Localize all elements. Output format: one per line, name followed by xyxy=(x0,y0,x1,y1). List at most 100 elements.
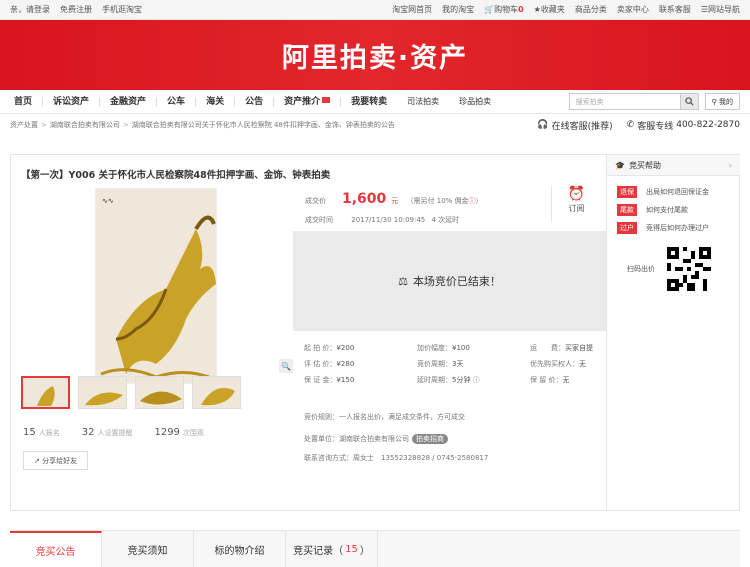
reminder-count: 32 人设置提醒 xyxy=(81,427,133,438)
menu-icon: ☰ xyxy=(700,5,708,14)
thumbnail[interactable] xyxy=(21,376,70,409)
help-icon[interactable]: ⓘ xyxy=(473,376,480,384)
categories-link[interactable]: 商品分类 xyxy=(575,4,607,15)
nav-resell[interactable]: 我要转卖 xyxy=(341,97,397,107)
top-bar: 亲，请登录 免费注册 手机逛淘宝 淘宝网首页 我的淘宝 🛒购物车0 ★收藏夹 商… xyxy=(0,0,750,20)
headset-icon: 🎧 xyxy=(537,120,549,130)
help-header[interactable]: 🎓 竞买帮助 › xyxy=(607,155,740,176)
search-bar: 搜索拍卖 ⚲ 我的 xyxy=(568,93,740,110)
nav-promotion[interactable]: 资产推介 xyxy=(274,96,342,107)
breadcrumb-org[interactable]: 湖南联合拍卖有限公司 xyxy=(50,120,120,130)
graduation-cap-icon: 🎓 xyxy=(615,160,625,170)
final-price-row: 成交价 1,600 元 （需另付 10% 佣金ⓘ） xyxy=(305,191,483,207)
search-input[interactable]: 搜索拍卖 xyxy=(568,93,681,110)
nav-treasure[interactable]: 珍品拍卖 xyxy=(449,97,501,107)
param-increment: 加价幅度：¥100 xyxy=(417,344,470,352)
thumbnail[interactable] xyxy=(192,376,241,409)
detail-tabs: 竞买公告 竞买须知 标的物介绍 竞买记录（15） xyxy=(10,530,740,567)
login-link[interactable]: 亲，请登录 xyxy=(10,4,50,15)
help-sidebar: 🎓 竞买帮助 › 退保 出局如何退回保证金 尾款 如何支付尾款 过户 竞得后如何办理过户 … xyxy=(606,155,740,511)
zoom-button[interactable]: 🔍 xyxy=(279,359,293,373)
star-icon: ★ xyxy=(533,5,541,14)
nav-home[interactable]: 首页 xyxy=(10,96,44,107)
final-price: 1,600 xyxy=(342,191,387,207)
breadcrumb: 资产处置 > 湖南联合拍卖有限公司 > 湖南联合拍卖有限公司关于怀化市人民检察院 4… xyxy=(10,119,740,132)
param-priority: 优先购买权人：无 xyxy=(530,360,586,368)
hotline: ✆ 客服专线 400-822-2870 xyxy=(626,120,740,132)
nav-finance[interactable]: 金融资产 xyxy=(100,96,158,107)
nav-vehicles[interactable]: 公车 xyxy=(157,96,197,107)
magnifier-icon: 🔍 xyxy=(281,361,291,371)
customer-service: 🎧 在线客服(推荐) ✆ 客服专线 400-822-2870 xyxy=(537,119,740,132)
tab-bid-records[interactable]: 竞买记录（15） xyxy=(286,531,378,567)
share-icon: ↗ xyxy=(34,457,40,465)
taobao-home-link[interactable]: 淘宝网首页 xyxy=(392,4,432,15)
thumbnail[interactable] xyxy=(78,376,127,409)
online-service-link[interactable]: 🎧 在线客服(推荐) xyxy=(537,119,612,132)
auction-title: 【第一次】Y006 关于怀化市人民检察院48件扣押字画、金饰、钟表拍卖 xyxy=(21,170,331,181)
horse-painting-image: ∿∿ xyxy=(96,189,216,383)
cart-icon: 🛒 xyxy=(484,5,495,14)
bidding-rule: 竞价规则：一人报名出价，满足成交条件，方可成交 xyxy=(304,413,465,421)
alarm-clock-icon: ⏰ xyxy=(567,186,586,202)
param-period: 竞价周期：3天 xyxy=(417,360,464,368)
tab-terms[interactable]: 竞买须知 xyxy=(102,531,194,567)
thumbnail[interactable] xyxy=(135,376,184,409)
param-reserve: 保 留 价：无 xyxy=(530,376,570,384)
contact-service-link[interactable]: 联系客服 xyxy=(659,4,691,15)
user-icon: ⚲ xyxy=(711,98,717,106)
svg-text:∿∿: ∿∿ xyxy=(102,197,114,205)
cart-link[interactable]: 🛒购物车0 xyxy=(484,4,524,15)
help-item-balance[interactable]: 尾款 如何支付尾款 xyxy=(617,204,688,216)
breadcrumb-asset[interactable]: 资产处置 xyxy=(10,120,38,130)
thumbnail-list xyxy=(21,376,241,409)
param-deposit: 保 证 金：¥150 xyxy=(304,376,355,384)
auction-ended-banner: ⚖ 本场竞价已结束！ xyxy=(293,231,606,331)
tab-item-intro[interactable]: 标的物介绍 xyxy=(194,531,286,567)
final-time-row: 成交时间 2017/11/30 10:09:45 4 次延时 xyxy=(305,216,460,224)
disposal-org: 处置单位：湖南联合拍卖有限公司 拍卖招商 xyxy=(304,434,448,444)
nav-notices[interactable]: 公告 xyxy=(235,96,275,107)
nav-customs[interactable]: 海关 xyxy=(196,96,236,107)
signup-count: 15 人报名 xyxy=(23,427,60,438)
breadcrumb-current: 湖南联合拍卖有限公司关于怀化市人民检察院 48件扣押字画、金饰、钟表拍卖的公告 xyxy=(131,121,395,129)
param-start-price: 起 拍 价：¥200 xyxy=(304,344,355,352)
nav-judicial[interactable]: 司法拍卖 xyxy=(397,97,449,107)
banner: 阿里拍卖·资产 xyxy=(0,20,750,90)
search-button[interactable] xyxy=(680,93,699,110)
search-icon xyxy=(684,97,694,106)
bid-record-count: 15 xyxy=(345,543,358,555)
my-taobao-link[interactable]: 我的淘宝 xyxy=(442,4,474,15)
org-link[interactable]: 湖南联合拍卖有限公司 xyxy=(339,435,409,443)
chevron-right-icon: › xyxy=(728,160,732,170)
favorites-link[interactable]: ★收藏夹 xyxy=(534,4,565,15)
mobile-link[interactable]: 手机逛淘宝 xyxy=(102,4,142,15)
auction-panel: 【第一次】Y006 关于怀化市人民检察院48件扣押字画、金饰、钟表拍卖 ∿∿ 🔍… xyxy=(10,154,740,511)
site-logo[interactable]: 阿里拍卖·资产 xyxy=(282,36,468,75)
org-tag[interactable]: 拍卖招商 xyxy=(412,434,448,444)
nav-litigation[interactable]: 诉讼资产 xyxy=(43,96,101,107)
hot-badge-icon xyxy=(322,96,331,103)
phone-icon: ✆ xyxy=(626,120,635,130)
gavel-icon: ⚖ xyxy=(398,274,408,288)
price-box: 成交价 1,600 元 （需另付 10% 佣金ⓘ） 成交时间 2017/11/30 … xyxy=(293,155,606,231)
param-shipping: 运 费：买家自提 xyxy=(530,344,593,352)
auction-stats: 15 人报名 32 人设置提醒 1299 次围观 xyxy=(23,427,204,438)
share-button[interactable]: ↗ 分享给好友 xyxy=(23,451,89,470)
commission-note: （需另付 10% 佣金 xyxy=(406,197,469,205)
param-delay: 延时周期：5分钟 ⓘ xyxy=(417,376,480,384)
viewer-count: 1299 次围观 xyxy=(154,427,204,438)
help-item-refund[interactable]: 退保 出局如何退回保证金 xyxy=(617,186,709,198)
tab-notice[interactable]: 竞买公告 xyxy=(10,531,102,567)
my-auction-button[interactable]: ⚲ 我的 xyxy=(704,93,740,110)
param-appraisal: 评 估 价：¥280 xyxy=(304,360,355,368)
main-image[interactable]: ∿∿ xyxy=(95,188,217,384)
qr-label: 扫码出价 xyxy=(627,265,655,273)
register-link[interactable]: 免费注册 xyxy=(60,4,92,15)
site-nav-link[interactable]: ☰网站导航 xyxy=(701,4,740,15)
help-item-transfer[interactable]: 过户 竞得后如何办理过户 xyxy=(617,222,709,234)
seller-center-link[interactable]: 卖家中心 xyxy=(617,4,649,15)
main-nav: 首页 诉讼资产 金融资产 公车 海关 公告 资产推介 我要转卖 司法拍卖 珍品拍… xyxy=(0,90,750,114)
subscribe-button[interactable]: ⏰ 订阅 xyxy=(551,185,601,223)
contact-info: 联系咨询方式：周女士 13552328828 / 0745-2580817 xyxy=(304,454,489,462)
